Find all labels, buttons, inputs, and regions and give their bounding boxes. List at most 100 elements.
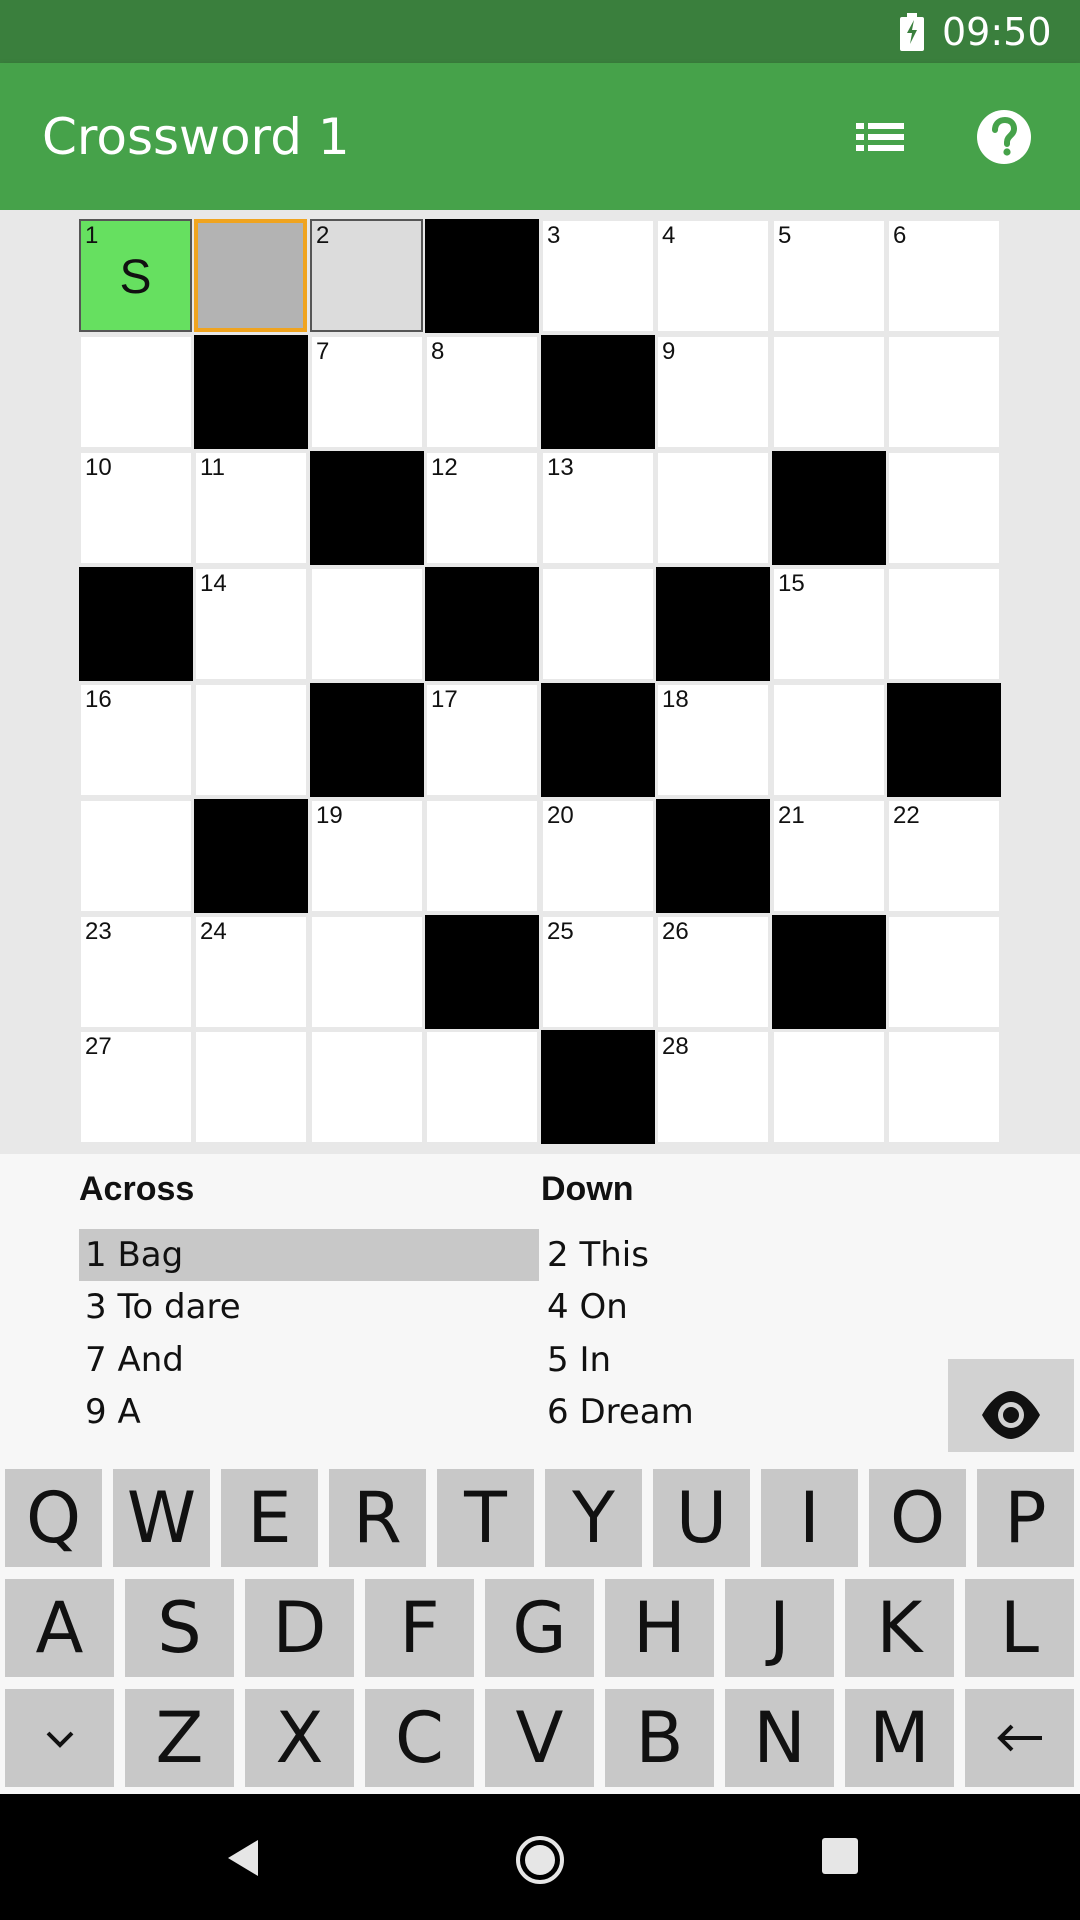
grid-cell[interactable]: 16 (81, 685, 191, 795)
grid-cell[interactable]: 21 (774, 801, 884, 911)
grid-cell[interactable]: 2 (310, 219, 423, 332)
key-m[interactable]: M (845, 1689, 954, 1787)
grid-cell[interactable]: 9 (658, 337, 768, 447)
down-clue[interactable]: 5 In (541, 1334, 921, 1386)
grid-cell[interactable] (774, 685, 884, 795)
across-clue[interactable]: 7 And (79, 1334, 539, 1386)
key-a[interactable]: A (5, 1579, 114, 1677)
key-q[interactable]: Q (5, 1469, 102, 1567)
grid-cell[interactable]: 22 (889, 801, 999, 911)
key-l[interactable]: L (965, 1579, 1074, 1677)
grid-cell[interactable]: 1S (79, 219, 192, 332)
grid-cell[interactable]: 12 (427, 453, 537, 563)
key-label: S (157, 1587, 202, 1669)
grid-block (656, 567, 770, 681)
key-c[interactable]: C (365, 1689, 474, 1787)
grid-cell[interactable]: 5 (774, 221, 884, 331)
key-h[interactable]: H (605, 1579, 714, 1677)
grid-cell[interactable]: 28 (658, 1032, 768, 1142)
grid-cell[interactable] (889, 917, 999, 1027)
grid-cell[interactable]: 17 (427, 685, 537, 795)
grid-cell[interactable]: 24 (196, 917, 306, 1027)
key-z[interactable]: Z (125, 1689, 234, 1787)
grid-cell[interactable] (427, 1032, 537, 1142)
app-bar: Crossword 1 (0, 63, 1080, 210)
backspace-arrow-icon (996, 1724, 1042, 1752)
cell-number: 7 (316, 338, 330, 365)
key-e[interactable]: E (221, 1469, 318, 1567)
grid-cell[interactable] (774, 1032, 884, 1142)
back-icon[interactable] (222, 1836, 262, 1880)
grid-cell[interactable]: 26 (658, 917, 768, 1027)
grid-cell[interactable]: 6 (889, 221, 999, 331)
home-icon[interactable] (514, 1834, 566, 1886)
grid-cell[interactable] (774, 337, 884, 447)
grid-cell[interactable] (312, 917, 422, 1027)
recents-icon[interactable] (822, 1838, 858, 1874)
across-clue[interactable]: 9 A (79, 1386, 539, 1438)
key-y[interactable]: Y (545, 1469, 642, 1567)
clue-list-button[interactable] (848, 105, 912, 169)
grid-cell[interactable]: 18 (658, 685, 768, 795)
key-t[interactable]: T (437, 1469, 534, 1567)
grid-cell[interactable] (889, 453, 999, 563)
grid-cell[interactable]: 27 (81, 1032, 191, 1142)
grid-cell[interactable] (194, 219, 307, 332)
key-s[interactable]: S (125, 1579, 234, 1677)
cell-number: 15 (778, 570, 805, 597)
key-d[interactable]: D (245, 1579, 354, 1677)
grid-cell[interactable] (312, 1032, 422, 1142)
grid-cell[interactable] (81, 337, 191, 447)
key-i[interactable]: I (761, 1469, 858, 1567)
grid-cell[interactable]: 8 (427, 337, 537, 447)
help-button[interactable] (972, 105, 1036, 169)
grid-cell[interactable]: 3 (543, 221, 653, 331)
key-w[interactable]: W (113, 1469, 210, 1567)
across-clue[interactable]: 3 To dare (79, 1281, 539, 1333)
grid-cell[interactable]: 15 (774, 569, 884, 679)
grid-cell[interactable]: 13 (543, 453, 653, 563)
hide-keyboard-button[interactable] (5, 1689, 114, 1787)
reveal-button[interactable] (948, 1359, 1074, 1452)
key-o[interactable]: O (869, 1469, 966, 1567)
grid-cell[interactable]: 4 (658, 221, 768, 331)
grid-cell[interactable]: 25 (543, 917, 653, 1027)
key-v[interactable]: V (485, 1689, 594, 1787)
down-clue[interactable]: 2 This (541, 1229, 921, 1281)
down-clue[interactable]: 4 On (541, 1281, 921, 1333)
key-label: N (753, 1697, 806, 1779)
status-time: 09:50 (942, 10, 1052, 54)
grid-cell[interactable] (889, 337, 999, 447)
grid-cell[interactable] (658, 453, 768, 563)
grid-cell[interactable] (427, 801, 537, 911)
grid-cell[interactable]: 7 (312, 337, 422, 447)
grid-cell[interactable] (81, 801, 191, 911)
backspace-button[interactable] (965, 1689, 1074, 1787)
key-n[interactable]: N (725, 1689, 834, 1787)
key-k[interactable]: K (845, 1579, 954, 1677)
grid-cell[interactable] (312, 569, 422, 679)
grid-cell[interactable] (543, 569, 653, 679)
key-f[interactable]: F (365, 1579, 474, 1677)
grid-cell[interactable]: 23 (81, 917, 191, 1027)
key-b[interactable]: B (605, 1689, 714, 1787)
grid-cell[interactable]: 10 (81, 453, 191, 563)
key-r[interactable]: R (329, 1469, 426, 1567)
help-icon (977, 110, 1031, 164)
key-p[interactable]: P (977, 1469, 1074, 1567)
down-clue[interactable]: 6 Dream (541, 1386, 921, 1438)
grid-cell[interactable]: 20 (543, 801, 653, 911)
key-g[interactable]: G (485, 1579, 594, 1677)
across-clue[interactable]: 1 Bag (79, 1229, 539, 1281)
grid-cell[interactable] (196, 1032, 306, 1142)
key-x[interactable]: X (245, 1689, 354, 1787)
grid-cell[interactable]: 19 (312, 801, 422, 911)
grid-cell[interactable]: 11 (196, 453, 306, 563)
key-j[interactable]: J (725, 1579, 834, 1677)
grid-cell[interactable] (889, 1032, 999, 1142)
grid-cell[interactable] (889, 569, 999, 679)
cell-number: 13 (547, 454, 574, 481)
grid-cell[interactable] (196, 685, 306, 795)
key-u[interactable]: U (653, 1469, 750, 1567)
grid-cell[interactable]: 14 (196, 569, 306, 679)
